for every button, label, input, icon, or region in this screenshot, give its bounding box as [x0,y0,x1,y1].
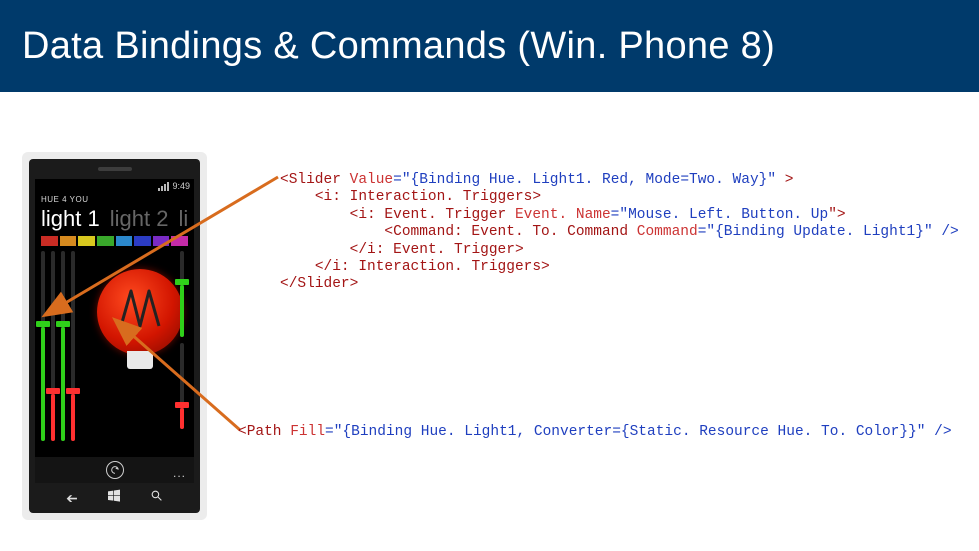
swatch-red[interactable] [41,236,58,246]
slide-header: Data Bindings & Commands (Win. Phone 8) [0,0,979,92]
slider-group-left [41,251,83,441]
refresh-icon [110,465,120,475]
pivot-tabs: light 1 light 2 li [35,206,194,232]
status-bar: 9:49 [35,179,194,193]
slider-1[interactable] [41,251,45,441]
signal-icon [158,182,169,191]
app-bar: ... [35,457,194,483]
slide-title: Data Bindings & Commands (Win. Phone 8) [22,25,775,68]
search-icon[interactable] [150,489,163,507]
slider-4[interactable] [71,251,75,441]
swatch-purple[interactable] [153,236,170,246]
slider-right-1[interactable] [180,251,184,337]
code-block-path: <Path Fill="{Binding Hue. Light1, Conver… [238,424,952,441]
code-block-slider: <Slider Value="{Binding Hue. Light1. Red… [280,172,959,294]
slide-root: Data Bindings & Commands (Win. Phone 8) … [0,0,979,551]
tab-light1[interactable]: light 1 [41,206,100,232]
bulb-area [83,251,188,441]
windows-icon[interactable] [106,488,122,509]
appbar-more[interactable]: ... [173,466,186,480]
swatch-magenta[interactable] [171,236,188,246]
color-swatch-row [35,232,194,249]
phone-bezel: 9:49 HUE 4 YOU light 1 light 2 li [29,159,200,513]
slider-2[interactable] [51,251,55,441]
phone-screen: 9:49 HUE 4 YOU light 1 light 2 li [35,179,194,483]
app-title: HUE 4 YOU [35,195,194,204]
slider-right-2[interactable] [180,343,184,429]
phone-speaker [98,167,132,171]
phone-mockup: 9:49 HUE 4 YOU light 1 light 2 li [22,152,207,520]
status-time: 9:49 [172,181,190,191]
bulb-filament [111,281,169,339]
swatch-blue[interactable] [134,236,151,246]
swatch-lightblue[interactable] [116,236,133,246]
phone-content [41,251,188,441]
tab-light2[interactable]: light 2 [110,206,169,232]
swatch-green[interactable] [97,236,114,246]
back-icon[interactable]: ➔ [66,490,78,507]
swatch-orange[interactable] [60,236,77,246]
slider-3[interactable] [61,251,65,441]
swatch-yellow[interactable] [78,236,95,246]
refresh-button[interactable] [106,461,124,479]
bulb-base [127,351,153,369]
phone-body: 9:49 HUE 4 YOU light 1 light 2 li [22,152,207,520]
slider-group-right [180,251,186,441]
phone-nav-bar: ➔ [29,489,200,507]
tab-light3-truncated[interactable]: li [178,206,188,232]
